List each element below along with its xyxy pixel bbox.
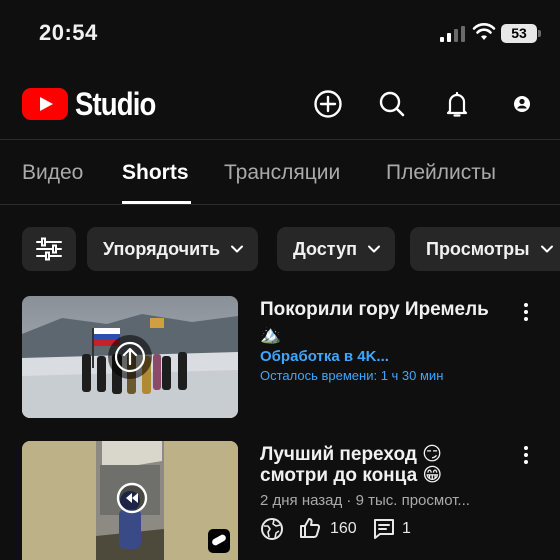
mountain-group-thumbnail	[22, 296, 238, 418]
app-header: Studio	[0, 66, 560, 140]
notifications-bell-icon[interactable]	[439, 86, 475, 122]
processing-time-remaining: Осталось времени: 1 ч 30 мин	[260, 368, 444, 383]
video-title-line-2[interactable]: смотри до конца 😁	[260, 463, 442, 488]
more-options-icon[interactable]	[518, 300, 534, 324]
views-chip[interactable]: Просмотры	[410, 227, 560, 271]
tab-video[interactable]: Видео	[22, 161, 83, 185]
create-icon[interactable]	[310, 86, 346, 122]
globe-public-icon	[261, 518, 283, 540]
active-tab-indicator	[122, 201, 191, 204]
youtube-studio-logo[interactable]: Studio	[22, 86, 169, 122]
visibility-chip-label: Доступ	[293, 238, 357, 259]
comments-count: 1	[402, 520, 411, 537]
comment-icon	[374, 519, 394, 539]
sort-chip[interactable]: Упорядочить	[87, 227, 259, 271]
video-thumbnail[interactable]	[22, 296, 238, 418]
short-video-thumbnail	[22, 441, 238, 560]
wifi-icon	[472, 23, 496, 40]
filter-bar: Упорядочить Доступ Просмотры	[0, 227, 560, 271]
sort-chip-label: Упорядочить	[103, 238, 221, 259]
tab-shorts[interactable]: Shorts	[122, 161, 189, 185]
processing-status: Обработка в 4K...	[260, 348, 389, 365]
more-options-icon[interactable]	[518, 443, 534, 467]
video-row[interactable]: Лучший переход 😏 смотри до конца 😁 2 дня…	[0, 441, 560, 560]
video-meta: 2 дня назад · 9 тыс. просмот...	[260, 492, 470, 509]
account-avatar-icon[interactable]	[504, 86, 540, 122]
thumbs-up-icon	[300, 518, 321, 538]
video-title[interactable]: Покорили гору Иремель	[260, 297, 489, 322]
battery-level: 53	[501, 24, 537, 43]
content-tabs: Видео Shorts Трансляции Плейлисты	[0, 141, 560, 205]
search-icon[interactable]	[374, 86, 410, 122]
likes-count: 160	[330, 520, 357, 537]
tab-playlists[interactable]: Плейлисты	[386, 161, 496, 185]
tab-live[interactable]: Трансляции	[224, 161, 340, 185]
video-title-emoji: 🏔️	[260, 325, 282, 344]
chevron-down-icon	[367, 245, 380, 253]
cellular-signal-icon	[440, 26, 465, 42]
video-thumbnail[interactable]	[22, 441, 238, 560]
logo-text: Studio	[75, 85, 156, 122]
status-bar: 20:54 53	[0, 0, 560, 66]
status-time: 20:54	[39, 20, 98, 45]
video-row[interactable]: Покорили гору Иремель 🏔️ Обработка в 4K.…	[0, 296, 560, 422]
views-chip-label: Просмотры	[426, 238, 530, 259]
chevron-down-icon	[231, 245, 244, 253]
visibility-chip[interactable]: Доступ	[277, 227, 395, 271]
chevron-down-icon	[540, 245, 553, 253]
youtube-play-icon	[22, 88, 68, 120]
battery-tip	[538, 30, 541, 37]
